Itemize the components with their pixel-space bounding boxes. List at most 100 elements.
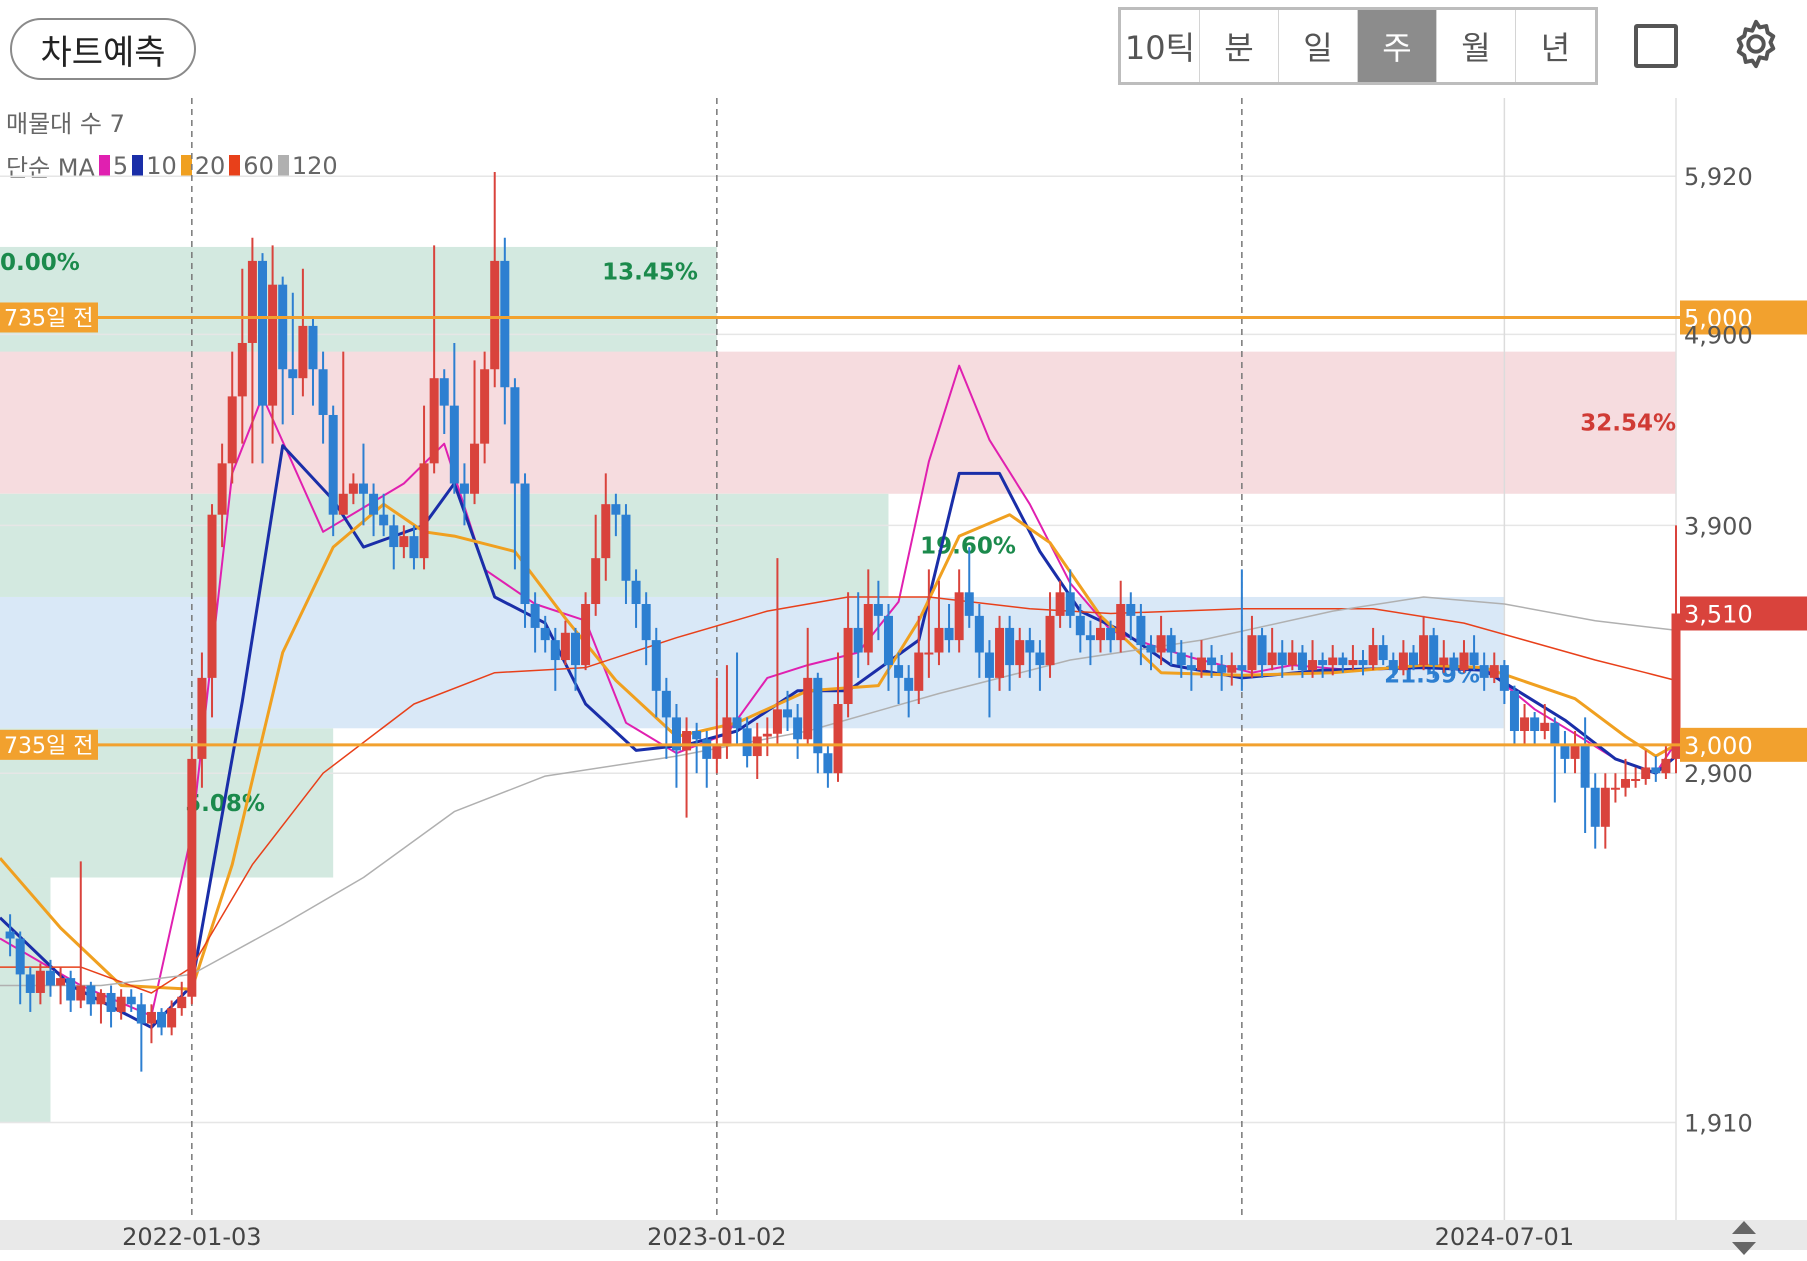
candle-body-78: [793, 717, 803, 740]
fullscreen-square-icon[interactable]: [1634, 24, 1678, 68]
candle-body-114: [1156, 635, 1166, 653]
candle-body-39: [399, 536, 409, 548]
x-tick-label-0: 2022-01-03: [122, 1223, 261, 1251]
price-chart[interactable]: 13.45%32.54%19.60%21.59%5.08%0.00%735일 전…: [0, 98, 1807, 1258]
candle-body-94: [954, 592, 964, 641]
candle-body-98: [995, 627, 1005, 678]
candle-body-87: [883, 615, 893, 666]
chart-predict-button[interactable]: 차트예측: [10, 18, 196, 80]
candle-body-71: [722, 717, 732, 745]
candle-body-70: [712, 744, 722, 759]
candle-body-150: [1520, 717, 1530, 732]
zone-top-label: 0.00%: [0, 250, 80, 276]
candle-body-36: [369, 493, 379, 515]
period-day[interactable]: 일: [1279, 10, 1358, 82]
period-year[interactable]: 년: [1516, 10, 1595, 82]
candle-body-159: [1610, 787, 1620, 790]
candle-body-73: [742, 728, 752, 757]
x-tick-label-1: 2023-01-02: [647, 1223, 786, 1251]
candle-body-42: [429, 378, 439, 464]
candle-body-67: [682, 731, 692, 751]
candle-body-93: [944, 627, 954, 641]
candle-body-119: [1207, 657, 1217, 666]
zone-label-2: 19.60%: [920, 533, 1016, 559]
candle-body-99: [1005, 627, 1015, 666]
price-line-left-label-1: 735일 전: [4, 734, 93, 759]
candle-body-34: [348, 483, 358, 494]
candle-body-83: [843, 627, 853, 705]
candle-body-145: [1469, 652, 1479, 666]
current-price-label: 3,510: [1684, 600, 1753, 628]
candle-body-76: [772, 709, 782, 734]
candle-body-64: [651, 640, 661, 691]
period-10tick[interactable]: 10틱: [1121, 10, 1200, 82]
candle-body-89: [904, 677, 914, 691]
candle-body-2: [25, 974, 35, 993]
candle-body-132: [1338, 657, 1348, 666]
candle-body-110: [1116, 604, 1126, 641]
gear-icon[interactable]: [1728, 16, 1784, 72]
candle-body-1: [15, 938, 25, 975]
candle-body-139: [1408, 652, 1418, 666]
candle-body-124: [1257, 635, 1267, 666]
candle-body-84: [853, 627, 863, 653]
candle-body-51: [520, 483, 530, 605]
candle-body-113: [1146, 645, 1156, 653]
candle-body-102: [1035, 652, 1045, 666]
candle-body-103: [1045, 615, 1055, 666]
candle-body-90: [914, 652, 924, 691]
candle-body-86: [873, 604, 883, 616]
candle-body-149: [1509, 690, 1519, 732]
candle-body-0: [5, 931, 15, 939]
candle-body-147: [1489, 665, 1499, 678]
candle-body-72: [732, 717, 742, 729]
candle-body-77: [783, 709, 793, 718]
candle-body-131: [1328, 657, 1338, 666]
candle-body-115: [1166, 635, 1176, 653]
candle-body-13: [136, 1004, 146, 1024]
candle-body-49: [500, 260, 510, 388]
candle-body-142: [1439, 657, 1449, 666]
candle-body-108: [1096, 627, 1106, 641]
period-month[interactable]: 월: [1437, 10, 1516, 82]
candle-body-154: [1560, 744, 1570, 759]
x-tick-label-3: 2024-07-01: [1435, 1223, 1574, 1251]
candle-body-81: [823, 753, 833, 774]
candle-body-54: [550, 640, 560, 661]
candle-body-128: [1297, 652, 1307, 671]
candle-body-35: [358, 483, 368, 494]
candle-body-162: [1641, 767, 1651, 779]
candle-body-7: [76, 985, 86, 1001]
candle-body-111: [1126, 604, 1136, 616]
candle-body-12: [126, 996, 136, 1005]
candle-body-116: [1176, 652, 1186, 666]
candle-body-164: [1661, 758, 1671, 774]
candle-body-163: [1651, 767, 1661, 774]
candle-body-69: [702, 739, 712, 759]
candle-body-118: [1196, 657, 1206, 671]
candle-body-5: [56, 978, 66, 986]
y-tick-label-3: 2,900: [1684, 760, 1753, 788]
candle-body-120: [1217, 665, 1227, 673]
candle-body-82: [833, 704, 843, 774]
candle-body-47: [480, 369, 490, 444]
up-down-arrows-icon[interactable]: [1728, 1219, 1760, 1257]
candle-body-88: [894, 665, 904, 678]
candle-body-41: [419, 463, 429, 559]
candle-body-121: [1227, 665, 1237, 673]
candle-body-91: [924, 652, 934, 655]
candle-body-3: [35, 970, 45, 993]
candle-body-14: [146, 1011, 156, 1024]
candle-body-138: [1398, 652, 1408, 671]
candle-body-57: [581, 604, 591, 666]
candle-body-45: [459, 483, 469, 494]
candle-body-16: [167, 1008, 177, 1028]
candle-body-134: [1358, 660, 1368, 666]
period-week[interactable]: 주: [1358, 10, 1437, 82]
candle-body-20: [207, 514, 217, 678]
candle-body-135: [1368, 645, 1378, 666]
period-minute[interactable]: 분: [1200, 10, 1279, 82]
candle-body-63: [641, 604, 651, 641]
candle-body-44: [449, 405, 459, 484]
candle-body-37: [379, 514, 389, 526]
